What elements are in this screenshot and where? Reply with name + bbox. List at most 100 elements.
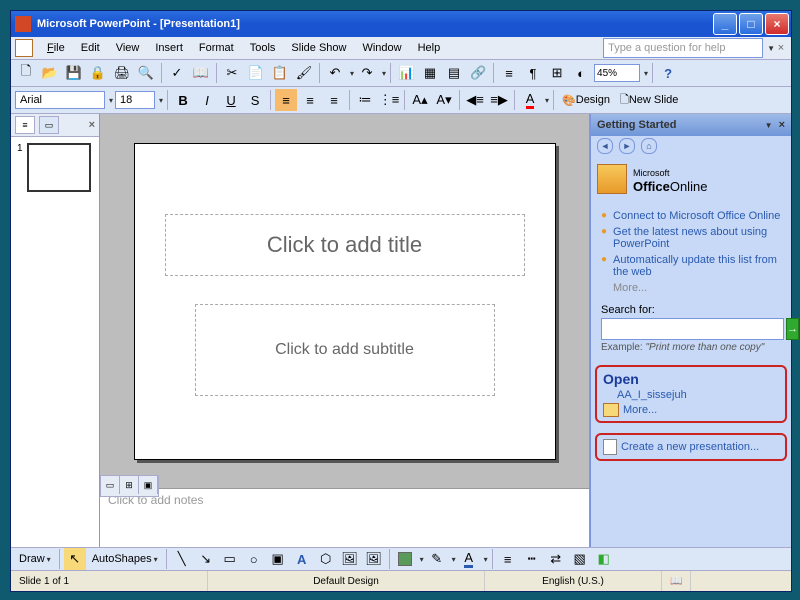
font-color-icon[interactable]: A <box>519 89 541 111</box>
recent-file-link[interactable]: AA_I_sissejuh <box>603 387 779 403</box>
link-connect-online[interactable]: ●Connect to Microsoft Office Online <box>601 210 781 222</box>
link-more[interactable]: More... <box>613 282 781 294</box>
arrow-style-icon[interactable]: ⇄ <box>545 548 567 570</box>
help-search-input[interactable]: Type a question for help <box>603 38 763 58</box>
title-placeholder[interactable]: Click to add title <box>165 214 525 276</box>
design-button[interactable]: 🎨 Design <box>558 90 614 110</box>
insert-hyperlink-icon[interactable]: 🔗 <box>467 62 489 84</box>
research-icon[interactable]: 📖 <box>190 62 212 84</box>
close-button[interactable]: × <box>765 13 789 35</box>
diagram-icon[interactable]: ⬡ <box>315 548 337 570</box>
paste-icon[interactable]: 📋 <box>269 62 291 84</box>
show-formatting-icon[interactable]: ¶ <box>522 62 544 84</box>
permission-icon[interactable]: 🔒 <box>87 62 109 84</box>
redo-dropdown-icon[interactable]: ▾ <box>382 69 386 78</box>
bold-button[interactable]: B <box>172 89 194 111</box>
doc-control-icon[interactable] <box>15 39 33 57</box>
normal-view-button[interactable]: ▭ <box>101 476 120 494</box>
open-icon[interactable]: 📂 <box>39 62 61 84</box>
increase-indent-icon[interactable]: ≡▶ <box>488 89 510 111</box>
outline-tab[interactable]: ≡ <box>15 116 35 134</box>
open-more-link[interactable]: More... <box>603 403 779 417</box>
link-auto-update[interactable]: ●Automatically update this list from the… <box>601 254 781 278</box>
shadow-style-icon[interactable]: ▧ <box>569 548 591 570</box>
slideshow-view-button[interactable]: ▣ <box>139 476 158 494</box>
insert-picture-icon[interactable]: 🖼 <box>363 548 385 570</box>
increase-font-icon[interactable]: A▴ <box>409 89 431 111</box>
taskpane-home-icon[interactable]: ⌂ <box>641 138 657 154</box>
new-icon[interactable]: 🗋 <box>15 62 37 84</box>
undo-dropdown-icon[interactable]: ▾ <box>350 69 354 78</box>
slide-canvas[interactable]: Click to add title Click to add subtitle <box>134 143 556 460</box>
3d-style-icon[interactable]: ◧ <box>593 548 615 570</box>
menu-help[interactable]: Help <box>410 40 449 56</box>
fontsize-dropdown-icon[interactable]: ▾ <box>159 96 163 105</box>
help-icon[interactable]: ? <box>657 62 679 84</box>
align-left-icon[interactable]: ≡ <box>275 89 297 111</box>
select-objects-icon[interactable]: ↖ <box>64 548 86 570</box>
line-color-icon[interactable]: ✎ <box>426 548 448 570</box>
minimize-button[interactable]: _ <box>713 13 737 35</box>
menu-view[interactable]: View <box>108 40 148 56</box>
font-select[interactable]: Arial <box>15 91 105 109</box>
rectangle-icon[interactable]: ▭ <box>219 548 241 570</box>
sorter-view-button[interactable]: ⊞ <box>120 476 139 494</box>
taskpane-dropdown-icon[interactable]: ▼ <box>765 121 773 130</box>
textbox-icon[interactable]: ▣ <box>267 548 289 570</box>
undo-icon[interactable]: ↶ <box>324 62 346 84</box>
outline-close-button[interactable]: × <box>89 119 95 131</box>
align-center-icon[interactable]: ≡ <box>299 89 321 111</box>
new-slide-button[interactable]: 🗋 New Slide <box>616 90 682 110</box>
taskpane-back-icon[interactable]: ◄ <box>597 138 613 154</box>
slide-thumbnail[interactable] <box>27 143 91 192</box>
color-grayscale-icon[interactable]: ◐ <box>570 62 592 84</box>
wordart-icon[interactable]: A <box>291 548 313 570</box>
copy-icon[interactable]: 📄 <box>245 62 267 84</box>
print-preview-icon[interactable]: 🔍 <box>135 62 157 84</box>
fill-color-icon[interactable] <box>394 548 416 570</box>
menu-insert[interactable]: Insert <box>147 40 191 56</box>
menu-format[interactable]: Format <box>191 40 242 56</box>
notes-pane[interactable]: Click to add notes <box>100 488 589 547</box>
maximize-button[interactable]: □ <box>739 13 763 35</box>
oval-icon[interactable]: ○ <box>243 548 265 570</box>
create-section[interactable]: Create a new presentation... <box>595 433 787 461</box>
search-go-button[interactable]: → <box>786 318 799 340</box>
clipart-icon[interactable]: 🖼 <box>339 548 361 570</box>
menu-file[interactable]: File <box>39 40 73 56</box>
menu-window[interactable]: Window <box>354 40 409 56</box>
spelling-icon[interactable]: ✓ <box>166 62 188 84</box>
font-color-draw-icon[interactable]: A <box>458 548 480 570</box>
status-spell-icon[interactable]: 📖 <box>662 571 691 591</box>
subtitle-placeholder[interactable]: Click to add subtitle <box>195 304 495 396</box>
menu-edit[interactable]: Edit <box>73 40 108 56</box>
bullets-icon[interactable]: ⋮≡ <box>378 89 400 111</box>
arrow-icon[interactable]: ↘ <box>195 548 217 570</box>
line-icon[interactable]: ╲ <box>171 548 193 570</box>
print-icon[interactable]: 🖨 <box>111 62 133 84</box>
show-grid-icon[interactable]: ⊞ <box>546 62 568 84</box>
zoom-select[interactable]: 45% <box>594 64 640 82</box>
expand-all-icon[interactable]: ≡ <box>498 62 520 84</box>
search-input[interactable] <box>601 318 784 340</box>
taskpane-forward-icon[interactable]: ► <box>619 138 635 154</box>
font-dropdown-icon[interactable]: ▾ <box>109 96 113 105</box>
format-painter-icon[interactable]: 🖌 <box>293 62 315 84</box>
line-style-icon[interactable]: ≡ <box>497 548 519 570</box>
decrease-indent-icon[interactable]: ◀≡ <box>464 89 486 111</box>
zoom-dropdown-icon[interactable]: ▾ <box>644 69 648 78</box>
italic-button[interactable]: I <box>196 89 218 111</box>
status-language[interactable]: English (U.S.) <box>485 571 662 591</box>
link-latest-news[interactable]: ●Get the latest news about using PowerPo… <box>601 226 781 250</box>
insert-chart-icon[interactable]: 📊 <box>395 62 417 84</box>
shadow-button[interactable]: S <box>244 89 266 111</box>
numbering-icon[interactable]: ≔ <box>354 89 376 111</box>
align-right-icon[interactable]: ≡ <box>323 89 345 111</box>
fontsize-select[interactable]: 18 <box>115 91 155 109</box>
slides-tab[interactable]: ▭ <box>39 116 59 134</box>
redo-icon[interactable]: ↷ <box>356 62 378 84</box>
doc-close-button[interactable]: × <box>775 42 787 54</box>
dash-style-icon[interactable]: ┅ <box>521 548 543 570</box>
underline-button[interactable]: U <box>220 89 242 111</box>
font-color-dropdown-icon[interactable]: ▾ <box>545 96 549 105</box>
